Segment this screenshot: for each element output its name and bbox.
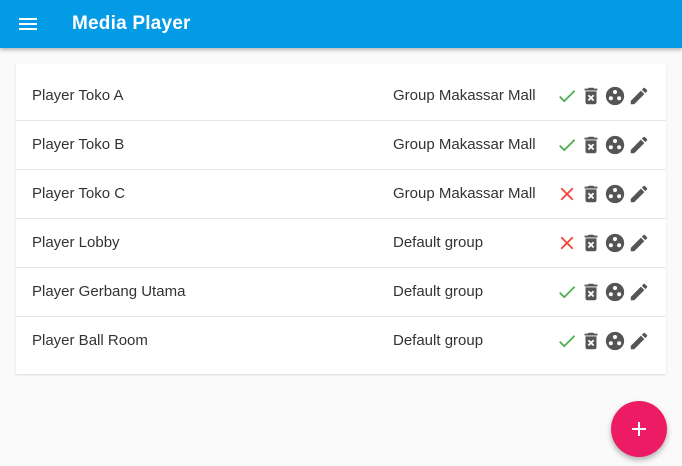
play-circle-icon (605, 184, 625, 204)
delete-icon (584, 136, 598, 154)
play-button[interactable] (603, 133, 627, 157)
player-row[interactable]: Player Toko C Group Makassar Mall (16, 170, 666, 219)
player-name: Player Toko A (32, 87, 124, 104)
add-icon (632, 422, 646, 436)
play-circle-icon (605, 282, 625, 302)
delete-icon (584, 332, 598, 350)
status-indicator (555, 280, 579, 304)
app-title: Media Player (72, 13, 191, 34)
delete-icon (584, 87, 598, 105)
delete-icon (584, 185, 598, 203)
player-name: Player Toko B (32, 136, 125, 153)
status-indicator (555, 231, 579, 255)
player-list: Player Toko A Group Makassar Mall Player T… (16, 64, 666, 374)
player-name: Player Gerbang Utama (32, 283, 186, 300)
delete-button[interactable] (579, 231, 603, 255)
edit-icon (630, 234, 648, 252)
play-button[interactable] (603, 231, 627, 255)
player-name: Player Ball Room (32, 332, 148, 349)
edit-button[interactable] (627, 231, 651, 255)
edit-button[interactable] (627, 182, 651, 206)
play-button[interactable] (603, 280, 627, 304)
play-circle-icon (605, 135, 625, 155)
player-group: Group Makassar Mall (393, 87, 536, 104)
delete-button[interactable] (579, 84, 603, 108)
menu-icon (19, 18, 37, 30)
edit-icon (630, 185, 648, 203)
player-row[interactable]: Player Toko B Group Makassar Mall (16, 121, 666, 170)
status-indicator (555, 133, 579, 157)
delete-button[interactable] (579, 280, 603, 304)
delete-button[interactable] (579, 133, 603, 157)
delete-icon (584, 283, 598, 301)
edit-icon (630, 136, 648, 154)
play-button[interactable] (603, 182, 627, 206)
edit-button[interactable] (627, 329, 651, 353)
close-icon (560, 236, 574, 250)
player-name: Player Toko C (32, 185, 126, 202)
edit-icon (630, 332, 648, 350)
close-icon (560, 187, 574, 201)
edit-button[interactable] (627, 280, 651, 304)
player-group: Default group (393, 234, 484, 251)
player-row[interactable]: Player Lobby Default group (16, 219, 666, 268)
check-icon (559, 139, 576, 152)
status-indicator (555, 84, 579, 108)
play-circle-icon (605, 331, 625, 351)
edit-button[interactable] (627, 133, 651, 157)
delete-button[interactable] (579, 329, 603, 353)
status-indicator (555, 329, 579, 353)
edit-icon (630, 87, 648, 105)
edit-icon (630, 283, 648, 301)
player-row[interactable]: Player Ball Room Default group (16, 317, 666, 366)
play-button[interactable] (603, 84, 627, 108)
play-circle-icon (605, 233, 625, 253)
check-icon (559, 90, 576, 103)
delete-button[interactable] (579, 182, 603, 206)
play-circle-icon (605, 86, 625, 106)
player-row[interactable]: Player Gerbang Utama Default group (16, 268, 666, 317)
add-player-button[interactable] (611, 401, 667, 457)
play-button[interactable] (603, 329, 627, 353)
player-group: Default group (393, 283, 484, 300)
player-group: Group Makassar Mall (393, 136, 536, 153)
status-indicator (555, 182, 579, 206)
delete-icon (584, 234, 598, 252)
check-icon (559, 286, 576, 299)
menu-button[interactable] (14, 12, 42, 36)
player-row[interactable]: Player Toko A Group Makassar Mall (16, 72, 666, 121)
edit-button[interactable] (627, 84, 651, 108)
app-bar: Media Player (0, 0, 682, 48)
player-group: Default group (393, 332, 484, 349)
player-group: Group Makassar Mall (393, 185, 536, 202)
player-name: Player Lobby (32, 234, 120, 251)
check-icon (559, 335, 576, 348)
